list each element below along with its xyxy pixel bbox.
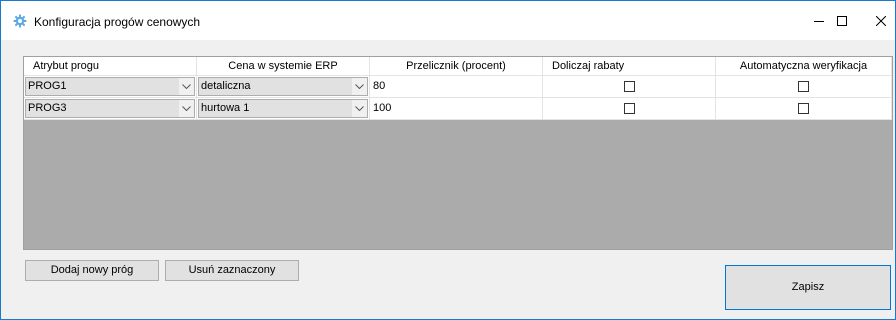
save-button[interactable]: Zapisz: [725, 265, 891, 310]
chevron-down-icon[interactable]: [178, 78, 194, 95]
rabaty-cell: [543, 76, 716, 98]
column-header-weryfikacja[interactable]: Automatyczna weryfikacja: [716, 57, 892, 76]
automatyczna-weryfikacja-checkbox[interactable]: [798, 103, 809, 114]
przelicznik-cell[interactable]: 80: [370, 76, 543, 98]
table-row-1-atrybut-cell: PROG1: [24, 76, 197, 98]
config-window: Konfiguracja progów cenowych Atrybut pro…: [0, 0, 896, 320]
przelicznik-cell[interactable]: 100: [370, 98, 543, 120]
column-header-atrybut[interactable]: Atrybut progu: [24, 57, 197, 76]
maximize-button[interactable]: [822, 1, 862, 40]
column-header-przelicznik[interactable]: Przelicznik (procent): [370, 57, 543, 76]
table-row-1-cena-cell: detaliczna: [197, 76, 370, 98]
window-title: Konfiguracja progów cenowych: [34, 15, 201, 29]
table-row-2-atrybut-cell: PROG3: [24, 98, 197, 120]
cena-dropdown[interactable]: detaliczna: [198, 77, 368, 96]
doliczaj-rabaty-checkbox[interactable]: [624, 81, 635, 92]
title-bar[interactable]: Konfiguracja progów cenowych: [1, 1, 895, 40]
weryfikacja-cell: [716, 98, 892, 120]
cena-value: detaliczna: [201, 80, 251, 92]
column-header-cena[interactable]: Cena w systemie ERP: [197, 57, 370, 76]
chevron-down-icon[interactable]: [351, 100, 367, 117]
atrybut-dropdown[interactable]: PROG1: [25, 77, 195, 96]
thresholds-grid[interactable]: Atrybut progu Cena w systemie ERP Przeli…: [23, 56, 893, 250]
maximize-icon: [837, 15, 847, 26]
cena-value: hurtowa 1: [201, 102, 250, 114]
atrybut-value: PROG1: [28, 80, 67, 92]
chevron-down-icon[interactable]: [178, 100, 194, 117]
rabaty-cell: [543, 98, 716, 120]
gear-icon: [13, 14, 27, 28]
remove-selected-button[interactable]: Usuń zaznaczony: [165, 260, 299, 281]
chevron-down-icon[interactable]: [351, 78, 367, 95]
close-button[interactable]: [861, 1, 895, 40]
automatyczna-weryfikacja-checkbox[interactable]: [798, 81, 809, 92]
cena-dropdown[interactable]: hurtowa 1: [198, 99, 368, 118]
atrybut-dropdown[interactable]: PROG3: [25, 99, 195, 118]
doliczaj-rabaty-checkbox[interactable]: [624, 103, 635, 114]
add-threshold-button[interactable]: Dodaj nowy próg: [25, 260, 159, 281]
close-icon: [876, 15, 886, 26]
column-header-rabaty[interactable]: Doliczaj rabaty: [543, 57, 716, 76]
atrybut-value: PROG3: [28, 102, 67, 114]
table-row-2-cena-cell: hurtowa 1: [197, 98, 370, 120]
weryfikacja-cell: [716, 76, 892, 98]
